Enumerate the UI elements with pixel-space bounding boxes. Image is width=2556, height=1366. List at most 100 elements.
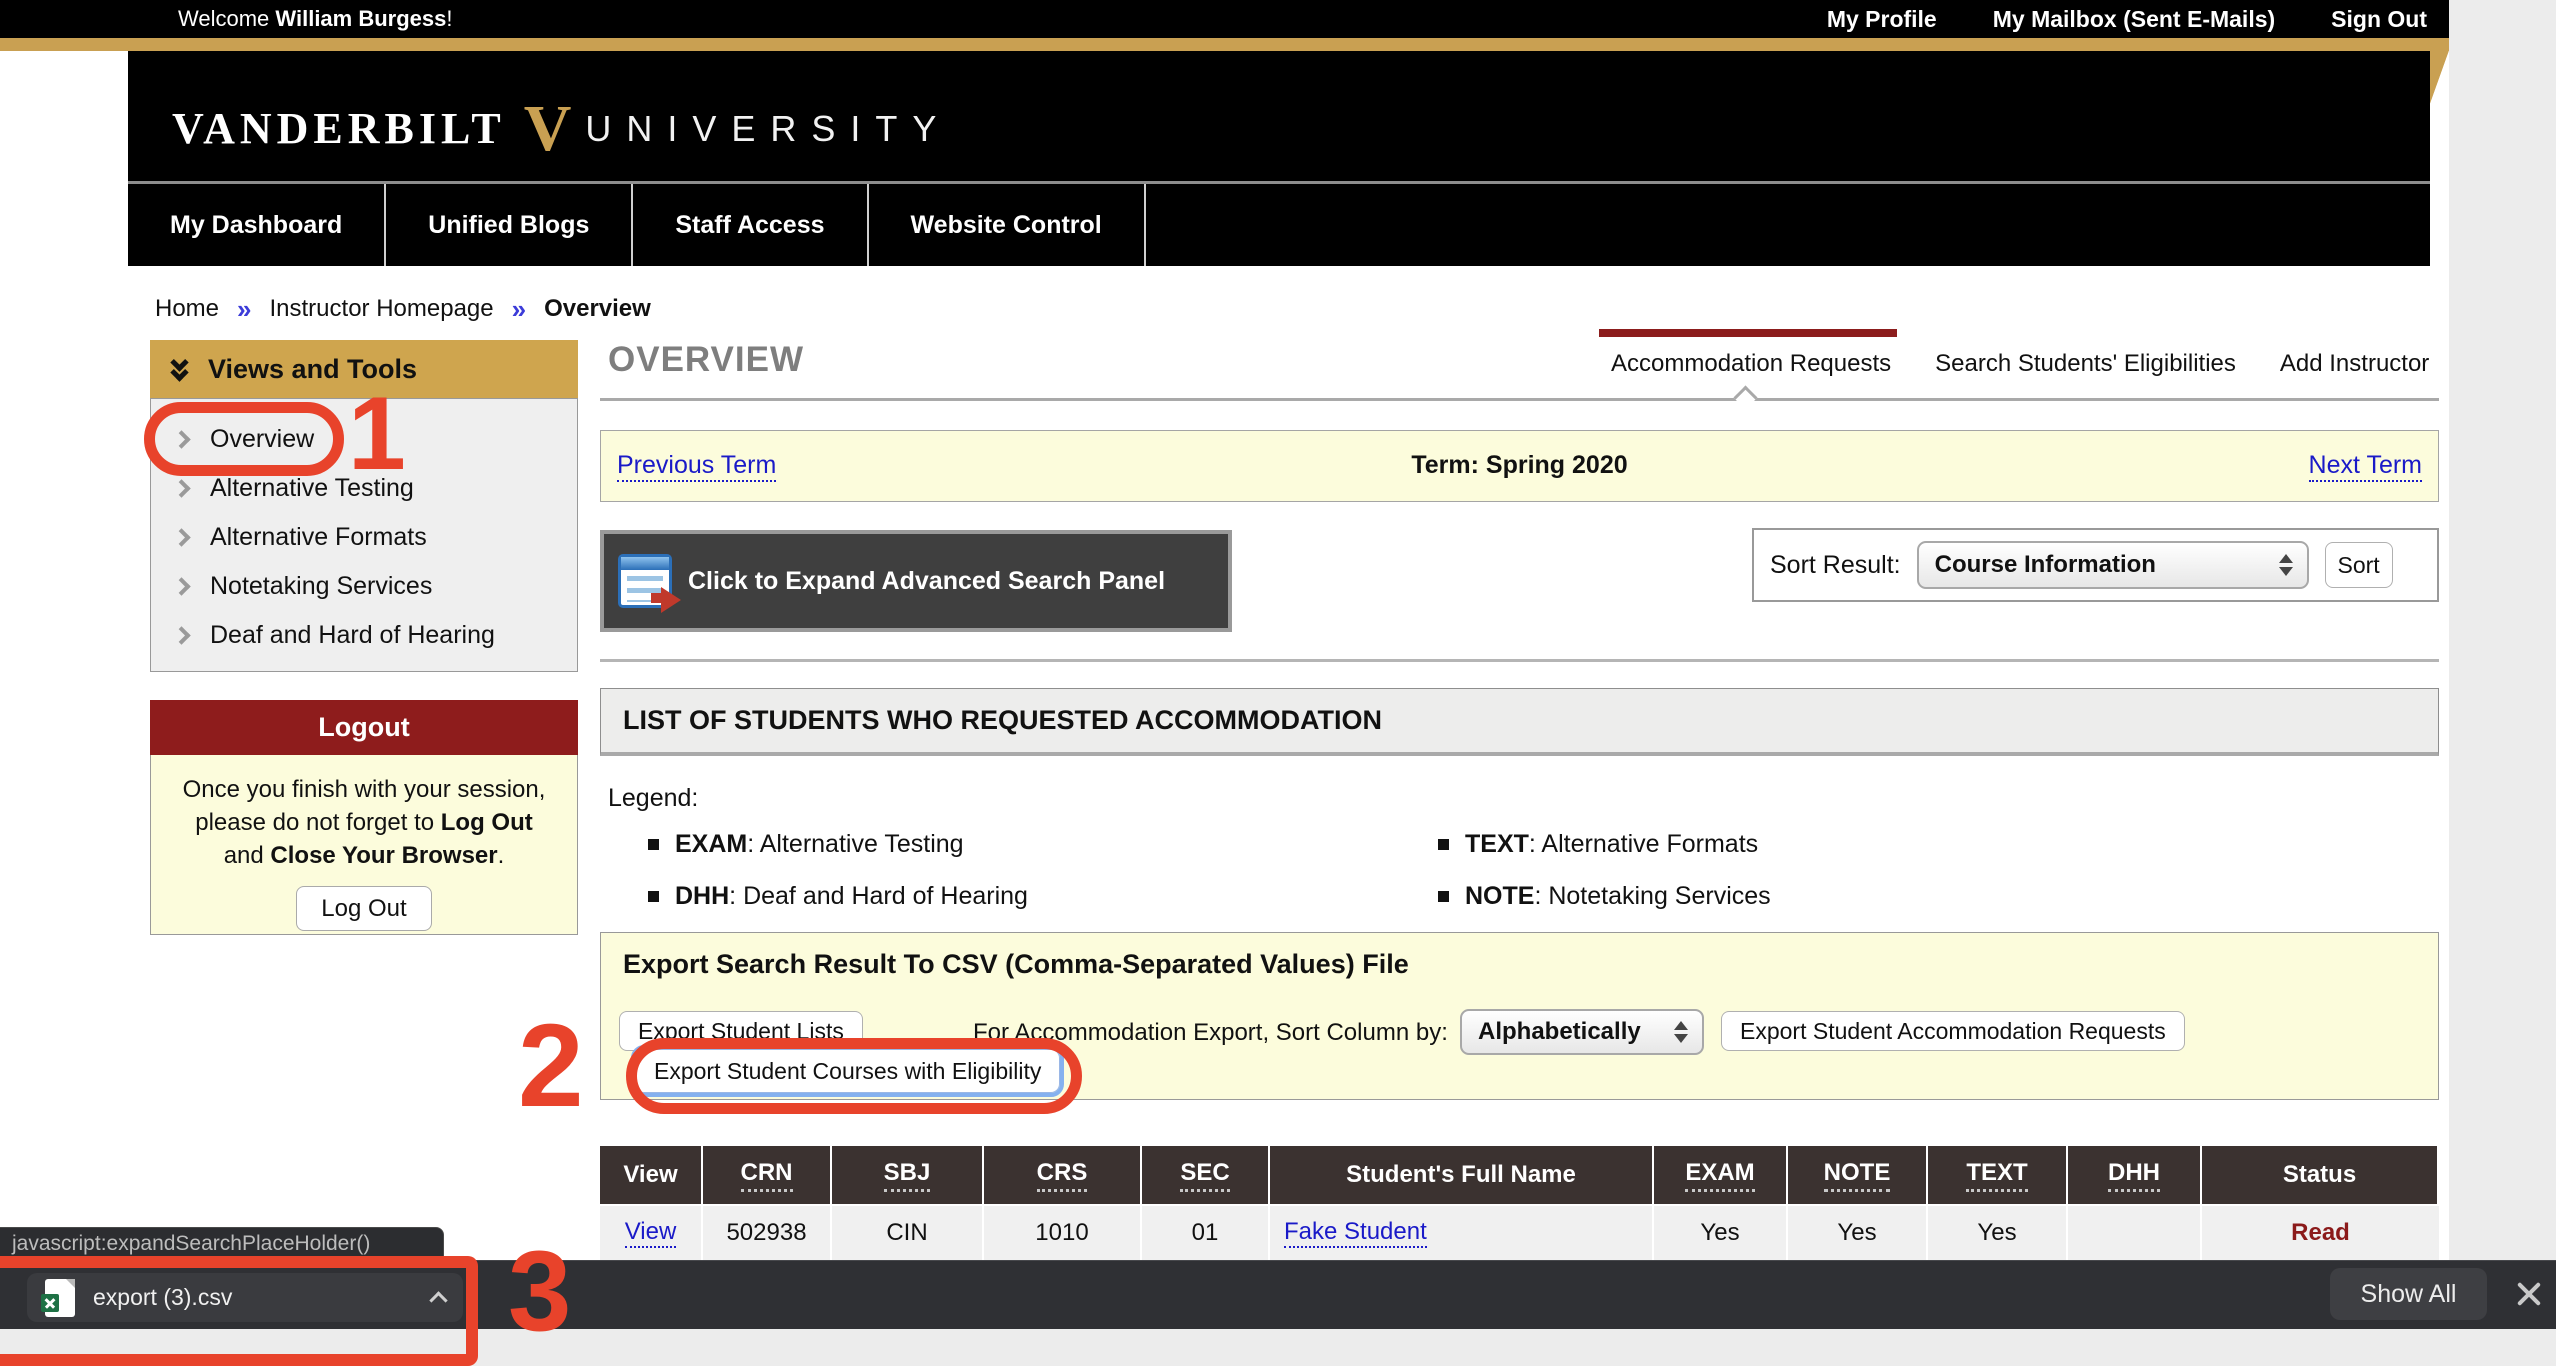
col-header-crs[interactable]: CRS xyxy=(984,1146,1142,1206)
next-term-link[interactable]: Next Term xyxy=(2309,451,2422,482)
sidebar-header[interactable]: Views and Tools xyxy=(150,340,578,398)
logout-box-body: Once you finish with your session, pleas… xyxy=(150,755,578,935)
table-row-sec-cell: 01 xyxy=(1142,1206,1270,1260)
table-row-crs-cell: 1010 xyxy=(984,1206,1142,1260)
col-header-crn[interactable]: CRN xyxy=(703,1146,832,1206)
user-name: William Burgess xyxy=(275,6,446,31)
table-row-sbj-cell: CIN xyxy=(832,1206,984,1260)
bullet-icon xyxy=(648,891,659,902)
table-row-crn-cell: 502938 xyxy=(703,1206,832,1260)
sidebar-item-deaf-and-hard-of-hearing[interactable]: Deaf and Hard of Hearing xyxy=(151,611,577,660)
select-stepper-icon xyxy=(1674,1021,1688,1043)
double-chevron-down-icon xyxy=(170,356,192,382)
logout-note-line1: Once you finish with your session, xyxy=(151,773,577,806)
col-header-sec[interactable]: SEC xyxy=(1142,1146,1270,1206)
sort-result-box: Sort Result: Course Information Sort xyxy=(1752,528,2439,602)
my-profile-link[interactable]: My Profile xyxy=(1827,6,1937,33)
downloaded-file-item[interactable]: export (3).csv xyxy=(27,1273,463,1322)
sidebar-menu: Overview Alternative Testing Alternative… xyxy=(150,398,578,672)
export-sort-selected-value: Alphabetically xyxy=(1478,1018,1662,1046)
wordmark-university: UNIVERSITY xyxy=(585,108,951,150)
bullet-icon xyxy=(1438,839,1449,850)
table-row-view-cell: View xyxy=(600,1206,703,1260)
vanderbilt-logo: VANDERBILT V UNIVERSITY xyxy=(172,103,951,154)
logout-note-line2: please do not forget to Log Out xyxy=(151,806,577,839)
primary-nav: My Dashboard Unified Blogs Staff Access … xyxy=(128,184,2430,266)
accommodation-requests-table: View CRN SBJ CRS SEC Student's Full Name… xyxy=(600,1146,2439,1260)
page-title: OVERVIEW xyxy=(608,340,804,380)
col-header-dhh[interactable]: DHH xyxy=(2068,1146,2202,1206)
table-row-status-cell: Read xyxy=(2202,1206,2439,1260)
active-tab-indicator xyxy=(1599,329,1897,337)
list-of-students-header: LIST OF STUDENTS WHO REQUESTED ACCOMMODA… xyxy=(600,688,2439,756)
top-utility-bar: Welcome William Burgess! My Profile My M… xyxy=(0,0,2449,38)
tab-search-students-eligibilities[interactable]: Search Students' Eligibilities xyxy=(1935,350,2236,378)
wordmark-vanderbilt: VANDERBILT xyxy=(172,103,506,154)
nav-staff-access[interactable]: Staff Access xyxy=(633,184,868,266)
show-all-button[interactable]: Show All xyxy=(2330,1268,2487,1320)
export-csv-section: Export Search Result To CSV (Comma-Separ… xyxy=(600,932,2439,1100)
welcome-message: Welcome William Burgess! xyxy=(178,0,453,38)
table-row-note-cell: Yes xyxy=(1788,1206,1928,1260)
expand-advanced-search-button[interactable]: Click to Expand Advanced Search Panel xyxy=(600,530,1232,632)
breadcrumb: Home » Instructor Homepage » Overview xyxy=(155,292,651,326)
export-student-courses-button[interactable]: Export Student Courses with Eligibility xyxy=(635,1049,1060,1093)
advanced-search-label: Click to Expand Advanced Search Panel xyxy=(688,567,1165,596)
export-sort-select[interactable]: Alphabetically xyxy=(1460,1009,1704,1055)
log-out-button[interactable]: Log Out xyxy=(296,886,431,931)
utility-links: My Profile My Mailbox (Sent E-Mails) Sig… xyxy=(1827,0,2427,38)
term-bar: Previous Term Term: Spring 2020 Next Ter… xyxy=(600,430,2439,502)
col-header-text[interactable]: TEXT xyxy=(1928,1146,2068,1206)
view-link[interactable]: View xyxy=(625,1218,677,1248)
col-header-view[interactable]: View xyxy=(600,1146,703,1206)
breadcrumb-home[interactable]: Home xyxy=(155,295,219,323)
sidebar-item-alternative-formats[interactable]: Alternative Formats xyxy=(151,513,577,562)
table-row-exam-cell: Yes xyxy=(1654,1206,1788,1260)
nav-website-control[interactable]: Website Control xyxy=(869,184,1146,266)
sidebar-item-alternative-testing[interactable]: Alternative Testing xyxy=(151,464,577,513)
chevron-right-icon xyxy=(172,626,190,644)
chevron-right-icon xyxy=(172,430,190,448)
nav-my-dashboard[interactable]: My Dashboard xyxy=(128,184,386,266)
legend-item-note: NOTE: Notetaking Services xyxy=(1438,882,1771,911)
legend-item-dhh: DHH: Deaf and Hard of Hearing xyxy=(648,882,1028,911)
sidebar-item-notetaking-services[interactable]: Notetaking Services xyxy=(151,562,577,611)
gold-divider-bar xyxy=(0,38,2449,51)
col-header-student-name[interactable]: Student's Full Name xyxy=(1270,1146,1654,1206)
downloaded-file-name: export (3).csv xyxy=(93,1284,232,1311)
search-panel-icon xyxy=(618,554,672,608)
sort-result-select[interactable]: Course Information xyxy=(1917,541,2309,589)
tab-add-instructor[interactable]: Add Instructor xyxy=(2280,350,2429,378)
sidebar-item-label: Alternative Testing xyxy=(210,474,414,503)
status-bar-url-bubble: javascript:expandSearchPlaceHolder() xyxy=(0,1227,444,1261)
export-sort-label: For Accommodation Export, Sort Column by… xyxy=(973,1019,1448,1047)
breadcrumb-instructor-homepage[interactable]: Instructor Homepage xyxy=(270,295,494,323)
col-header-exam[interactable]: EXAM xyxy=(1654,1146,1788,1206)
my-mailbox-link[interactable]: My Mailbox (Sent E-Mails) xyxy=(1993,6,2275,33)
col-header-note[interactable]: NOTE xyxy=(1788,1146,1928,1206)
table-row-text-cell: Yes xyxy=(1928,1206,2068,1260)
export-accommodation-requests-button[interactable]: Export Student Accommodation Requests xyxy=(1721,1011,2185,1051)
section-divider xyxy=(600,659,2439,662)
tab-accommodation-requests[interactable]: Accommodation Requests xyxy=(1611,350,1891,378)
sidebar-item-label: Overview xyxy=(210,425,314,454)
masthead: VANDERBILT V UNIVERSITY xyxy=(128,51,2430,181)
sort-button[interactable]: Sort xyxy=(2325,542,2393,588)
chevron-right-icon xyxy=(172,528,190,546)
close-shelf-icon[interactable] xyxy=(2506,1271,2552,1317)
section-tabs: Accommodation Requests Search Students' … xyxy=(1611,350,2429,378)
sign-out-link[interactable]: Sign Out xyxy=(2331,6,2427,33)
csv-file-icon xyxy=(45,1279,75,1317)
col-header-status[interactable]: Status xyxy=(2202,1146,2439,1206)
legend-item-text: TEXT: Alternative Formats xyxy=(1438,830,1758,859)
sort-result-selected-value: Course Information xyxy=(1935,551,2267,579)
sidebar-item-overview[interactable]: Overview xyxy=(151,415,577,464)
legend-item-exam: EXAM: Alternative Testing xyxy=(648,830,964,859)
student-name-link[interactable]: Fake Student xyxy=(1284,1218,1427,1248)
chevron-up-icon[interactable] xyxy=(429,1291,447,1309)
select-stepper-icon xyxy=(2279,554,2293,576)
col-header-sbj[interactable]: SBJ xyxy=(832,1146,984,1206)
export-student-lists-button[interactable]: Export Student Lists xyxy=(619,1011,863,1051)
nav-unified-blogs[interactable]: Unified Blogs xyxy=(386,184,633,266)
gold-corner-wedge xyxy=(2429,51,2449,107)
